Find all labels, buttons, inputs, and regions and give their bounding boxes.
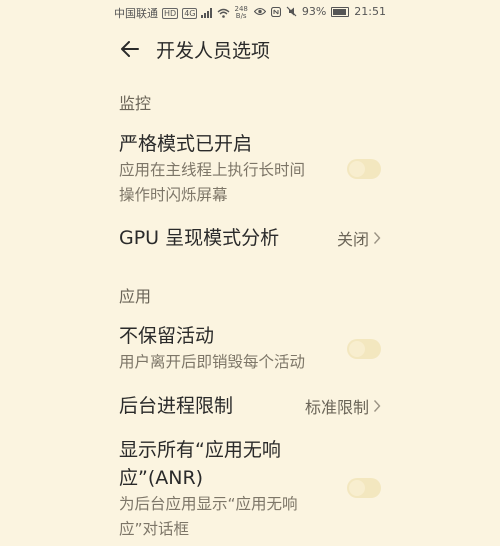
eye-icon (253, 7, 266, 16)
status-bar: 中国联通 HD 4G 248 B/s 93% 21:51 (0, 0, 500, 24)
bg-process-limit-value-wrap: 标准限制 (305, 394, 381, 418)
show-anr-title-line1: 显示所有“应用无响 (119, 439, 281, 461)
no-keep-activities-setting[interactable]: 不保留活动 用户离开后即销毁每个活动 (119, 322, 381, 378)
strict-mode-subtitle-line2: 操作时闪烁屏幕 (119, 186, 228, 204)
status-right: 93% 21:51 (253, 5, 386, 18)
net-speed-unit: B/s (235, 12, 247, 20)
strict-mode-subtitle-line1: 应用在主线程上执行长时间 (119, 161, 306, 179)
net-speed: 248 B/s (234, 6, 247, 20)
hd-badge: HD (162, 7, 179, 19)
section-header-monitor: 监控 (119, 94, 152, 113)
app-header: 开发人员选项 (118, 36, 270, 62)
battery-fill (333, 8, 347, 15)
bg-process-limit-setting[interactable]: 后台进程限制 标准限制 (119, 392, 381, 422)
chevron-right-icon (373, 400, 381, 412)
show-anr-title-line2: 应”(ANR) (119, 467, 204, 489)
chevron-right-icon (373, 232, 381, 244)
strict-mode-title: 严格模式已开启 (119, 133, 253, 155)
toggle-knob (349, 341, 365, 357)
back-arrow-icon[interactable] (118, 37, 142, 61)
show-anr-toggle[interactable] (347, 478, 381, 498)
mute-icon (286, 6, 297, 17)
signal-badge: 4G (182, 7, 198, 19)
show-anr-setting[interactable]: 显示所有“应用无响 应”(ANR) 为后台应用显示“应用无响 应”对话框 (119, 436, 381, 546)
battery-icon (331, 6, 350, 17)
page-title: 开发人员选项 (156, 39, 271, 62)
section-header-app: 应用 (119, 287, 152, 306)
show-anr-subtitle-line1: 为后台应用显示“应用无响 (119, 495, 298, 513)
wifi-icon (218, 8, 230, 18)
toggle-knob (349, 480, 365, 496)
carrier-label: 中国联通 (114, 7, 158, 20)
no-keep-activities-title: 不保留活动 (119, 325, 215, 347)
strict-mode-setting[interactable]: 严格模式已开启 应用在主线程上执行长时间 操作时闪烁屏幕 (119, 130, 381, 212)
gpu-profile-value: 关闭 (336, 230, 369, 249)
no-keep-activities-toggle[interactable] (347, 339, 381, 359)
no-keep-activities-subtitle: 用户离开后即销毁每个活动 (119, 353, 306, 371)
battery-percent: 93% (301, 5, 327, 18)
gpu-profile-value-wrap: 关闭 (337, 226, 381, 250)
toggle-knob (349, 161, 365, 177)
show-anr-subtitle-line2: 应”对话框 (119, 520, 190, 538)
bg-process-limit-value: 标准限制 (304, 398, 369, 417)
status-left: 中国联通 HD 4G 248 B/s (114, 5, 248, 21)
strict-mode-toggle[interactable] (347, 159, 381, 179)
nfc-icon (270, 6, 281, 17)
gpu-profile-setting[interactable]: GPU 呈现模式分析 关闭 (119, 224, 381, 254)
signal-icon (201, 8, 213, 18)
status-time: 21:51 (354, 5, 386, 18)
